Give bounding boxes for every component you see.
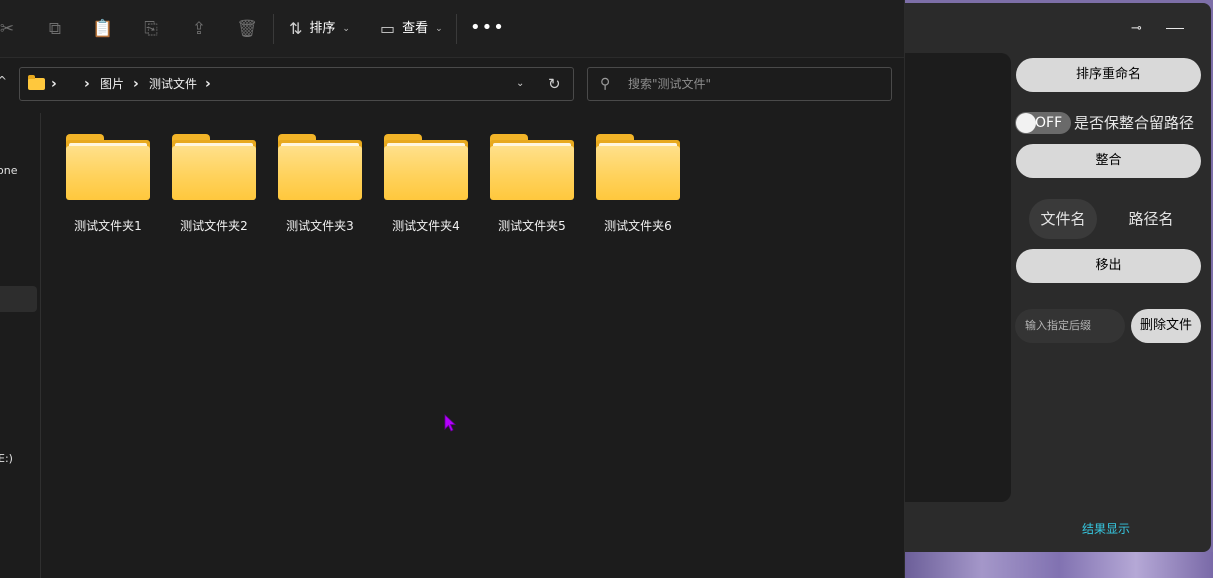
keep-path-toggle[interactable]: OFF [1015, 112, 1071, 134]
delete-files-button[interactable]: 删除文件 [1131, 309, 1201, 343]
folder-icon [172, 134, 256, 200]
minimize-icon[interactable] [1166, 28, 1184, 29]
breadcrumb-pictures[interactable]: 图片 [100, 68, 124, 100]
chevron-down-icon[interactable]: ⌄ [516, 68, 524, 100]
up-arrow-icon[interactable]: ^ [0, 74, 7, 88]
merge-button[interactable]: 整合 [1016, 144, 1201, 178]
command-bar: ✂ ⧉ 📋 ⎘ ⇪ 🗑 ⇅ 排序 ⌄ ▭ 查看 ⌄ ••• [0, 0, 904, 58]
sort-menu-button[interactable]: ⇅ 排序 ⌄ [289, 18, 350, 40]
chevron-right-icon[interactable]: › [51, 68, 57, 100]
share-icon[interactable]: ⇪ [188, 18, 210, 40]
nav-item-onedrive[interactable]: one [0, 164, 17, 177]
copy-icon[interactable]: ⧉ [44, 18, 66, 40]
chevron-down-icon: ⌄ [342, 24, 350, 34]
folder-item[interactable]: 测试文件夹3 [267, 126, 367, 242]
pin-icon[interactable]: ⊸ [1131, 21, 1142, 36]
more-options-icon[interactable]: ••• [470, 18, 504, 40]
tab-pathname[interactable]: 路径名 [1117, 199, 1185, 239]
chevron-right-icon[interactable]: › [205, 68, 211, 100]
folder-icon [490, 134, 574, 200]
paste-icon[interactable]: 📋 [92, 18, 114, 40]
folder-item[interactable]: 测试文件夹6 [585, 126, 685, 242]
address-bar[interactable]: › › 图片 › 测试文件 › ⌄ ↻ [19, 67, 574, 101]
sort-rename-button[interactable]: 排序重命名 [1016, 58, 1201, 92]
nav-item-drive[interactable]: E:) [0, 452, 13, 465]
search-box[interactable]: ⚲ 搜索"测试文件" [587, 67, 892, 101]
rename-icon[interactable]: ⎘ [140, 18, 162, 40]
move-out-button[interactable]: 移出 [1016, 249, 1201, 283]
folder-icon [278, 134, 362, 200]
toolbar-divider [273, 14, 274, 44]
refresh-icon[interactable]: ↻ [548, 68, 561, 100]
desktop-wallpaper [905, 552, 1213, 578]
folder-icon [66, 134, 150, 200]
folder-item[interactable]: 测试文件夹2 [161, 126, 261, 242]
delete-icon[interactable]: 🗑 [236, 18, 258, 40]
sort-label: 排序 [309, 21, 336, 36]
file-explorer-window: ✂ ⧉ 📋 ⎘ ⇪ 🗑 ⇅ 排序 ⌄ ▭ 查看 ⌄ ••• ^ › › 图片 ›… [0, 0, 905, 578]
folder-icon [596, 134, 680, 200]
toggle-knob [1016, 113, 1036, 133]
folder-name: 测试文件夹5 [498, 219, 566, 233]
folder-item[interactable]: 测试文件夹4 [373, 126, 473, 242]
folder-name: 测试文件夹1 [74, 219, 142, 233]
folder-icon [28, 75, 45, 90]
folder-name: 测试文件夹2 [180, 219, 248, 233]
mouse-cursor-icon [444, 414, 456, 432]
breadcrumb-test-files[interactable]: 测试文件 [149, 68, 197, 100]
view-menu-button[interactable]: ▭ 查看 ⌄ [380, 18, 443, 40]
folder-icon [384, 134, 468, 200]
search-icon: ⚲ [600, 76, 611, 92]
view-label: 查看 [402, 21, 429, 36]
toolbar-divider [456, 14, 457, 44]
chevron-down-icon: ⌄ [435, 24, 443, 34]
cut-icon[interactable]: ✂ [0, 18, 18, 40]
tab-filename[interactable]: 文件名 [1029, 199, 1097, 239]
toggle-state: OFF [1035, 115, 1063, 131]
search-placeholder: 搜索"测试文件" [628, 77, 712, 91]
folder-item[interactable]: 测试文件夹5 [479, 126, 579, 242]
tool-panel-window: ⊸ 排序重命名 OFF 是否保整合留路径 整合 文件名 路径名 移出 输入指定后… [905, 3, 1211, 552]
result-display-label[interactable]: 结果显示 [1082, 520, 1130, 537]
suffix-input[interactable]: 输入指定后缀 [1015, 309, 1125, 343]
chevron-right-icon[interactable]: › [84, 68, 90, 100]
sort-icon: ⇅ [289, 19, 303, 38]
nav-item-selected[interactable] [0, 286, 37, 312]
keep-path-label: 是否保整合留路径 [1074, 114, 1195, 132]
folder-name: 测试文件夹4 [392, 219, 460, 233]
view-icon: ▭ [380, 19, 396, 38]
result-pane [905, 53, 1011, 502]
folder-name: 测试文件夹6 [604, 219, 672, 233]
folder-item[interactable]: 测试文件夹1 [55, 126, 155, 242]
navigation-pane: one E:) [0, 113, 41, 578]
chevron-right-icon[interactable]: › [133, 68, 139, 100]
folder-name: 测试文件夹3 [286, 219, 354, 233]
